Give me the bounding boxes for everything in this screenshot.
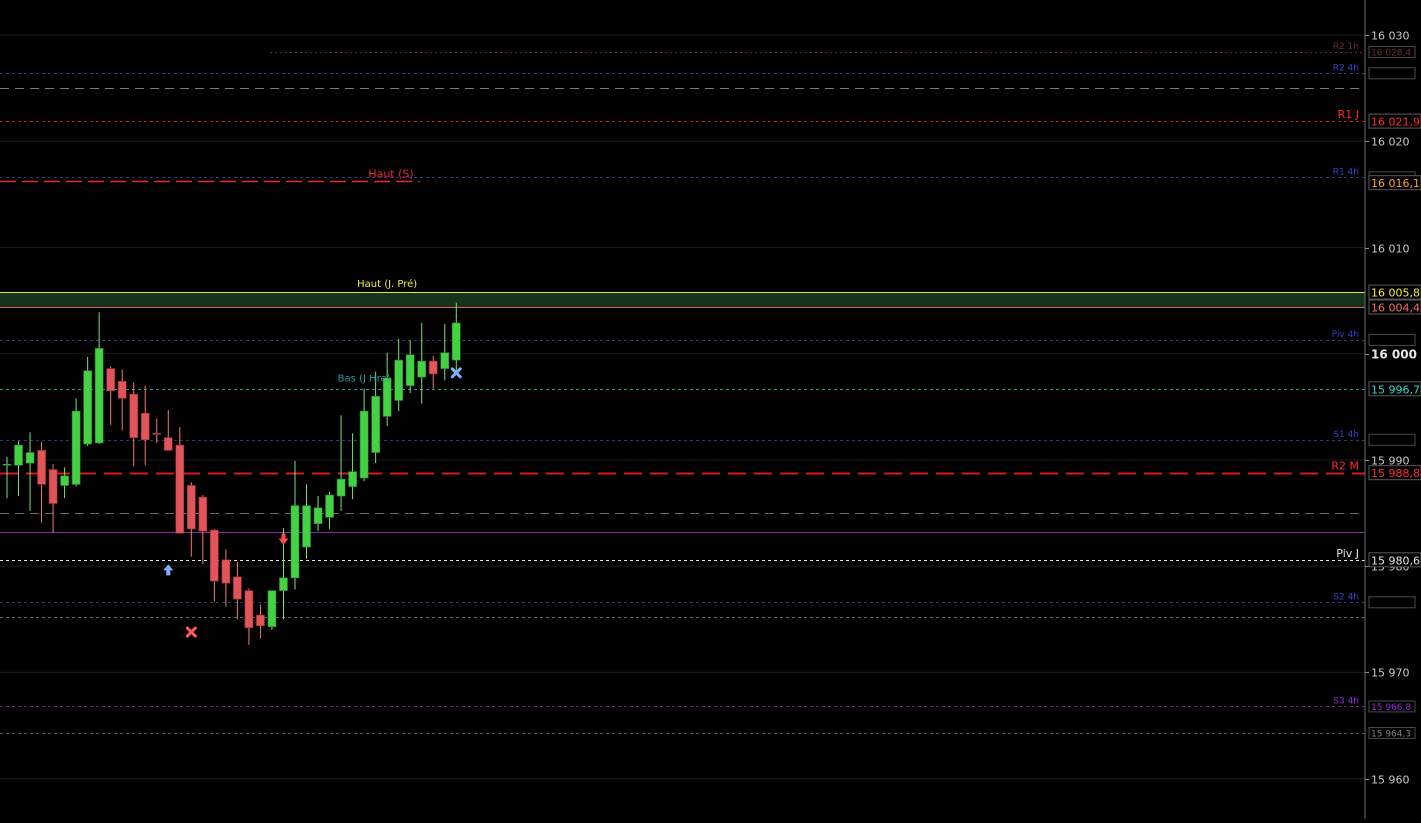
price-box-label: 15 996,7 bbox=[1371, 383, 1420, 396]
annotation-label-1: Bas (J Hre) bbox=[338, 373, 391, 384]
price-box-17[interactable]: 15 966,8 bbox=[1368, 700, 1416, 713]
candle-body[interactable] bbox=[210, 529, 219, 582]
candle-body[interactable] bbox=[83, 370, 92, 445]
level-name-10: S1 4h bbox=[1333, 430, 1359, 440]
price-box-15[interactable] bbox=[1368, 596, 1416, 609]
candle-body[interactable] bbox=[417, 360, 427, 378]
price-box-frame bbox=[1368, 596, 1416, 609]
candle-body[interactable] bbox=[451, 322, 461, 361]
candle-body[interactable] bbox=[359, 410, 369, 479]
price-box-label: 16 028,4 bbox=[1371, 49, 1411, 59]
price-box-label: 15 980,6 bbox=[1371, 554, 1420, 567]
price-box-label: 16 021,9 bbox=[1371, 116, 1420, 129]
candle-body[interactable] bbox=[233, 576, 242, 600]
price-box-label: 15 988,8 bbox=[1371, 467, 1420, 480]
candle-body[interactable] bbox=[325, 494, 334, 518]
axis-tick-label: 16 000 bbox=[1371, 348, 1417, 362]
price-chart[interactable]: Haut (S) Haut (J. Pré) Bas (J Hre) 16 030… bbox=[0, 0, 1421, 819]
level-name-4: R1 4h bbox=[1333, 167, 1359, 177]
price-box-6[interactable]: 16 005,8 bbox=[1368, 284, 1421, 300]
price-box-frame bbox=[1368, 333, 1416, 346]
candle-body[interactable] bbox=[14, 444, 23, 466]
price-box-1[interactable] bbox=[1368, 67, 1416, 80]
axis-tick-label: 16 010 bbox=[1371, 243, 1410, 256]
candle-body[interactable] bbox=[198, 496, 208, 532]
price-box-11[interactable]: 15 988,8 bbox=[1368, 465, 1421, 481]
price-box-10[interactable] bbox=[1368, 433, 1416, 446]
candle-body[interactable] bbox=[440, 352, 450, 369]
price-box-0[interactable]: 16 028,4 bbox=[1368, 46, 1416, 59]
candle-body[interactable] bbox=[394, 359, 403, 401]
price-box-18[interactable]: 15 964,3 bbox=[1368, 726, 1416, 739]
level-name-17: S3 4h bbox=[1333, 696, 1359, 706]
price-box-frame bbox=[1368, 433, 1416, 446]
candle-body[interactable] bbox=[371, 395, 380, 453]
level-name-8: Piv 4h bbox=[1332, 330, 1359, 340]
level-name-1: R2 4h bbox=[1333, 63, 1359, 73]
axis-tick-label: 15 960 bbox=[1371, 774, 1410, 787]
candle-body[interactable] bbox=[25, 452, 35, 464]
candle-body[interactable] bbox=[302, 505, 311, 548]
zone-band bbox=[0, 292, 1365, 307]
price-box-5[interactable]: 16 016,1 bbox=[1368, 175, 1421, 191]
candle-body[interactable] bbox=[428, 360, 438, 375]
candle-body[interactable] bbox=[48, 469, 58, 504]
candle-body[interactable] bbox=[2, 463, 12, 466]
price-box-14[interactable]: 15 980,6 bbox=[1368, 552, 1421, 568]
axis-tick-label: 16 030 bbox=[1371, 30, 1410, 43]
price-box-label: 16 016,1 bbox=[1371, 177, 1420, 190]
candle-body[interactable] bbox=[290, 505, 300, 579]
candle-body[interactable] bbox=[187, 485, 196, 530]
price-box-label: 15 966,8 bbox=[1371, 703, 1411, 713]
level-name-3: R1 J bbox=[1338, 108, 1359, 121]
candle-body[interactable] bbox=[117, 381, 127, 399]
level-name-11: R2 M bbox=[1331, 460, 1359, 473]
chart-area[interactable]: Haut (S) Haut (J. Pré) Bas (J Hre) 16 030… bbox=[0, 0, 1421, 819]
price-box-9[interactable]: 15 996,7 bbox=[1368, 381, 1421, 397]
candle-body[interactable] bbox=[221, 559, 231, 584]
candle-body[interactable] bbox=[60, 475, 69, 486]
axis-tick-label: 16 020 bbox=[1371, 136, 1410, 149]
candle-body[interactable] bbox=[267, 590, 277, 628]
candle-body[interactable] bbox=[152, 433, 162, 435]
candle-body[interactable] bbox=[37, 450, 46, 485]
candle-body[interactable] bbox=[140, 412, 150, 441]
candle-body[interactable] bbox=[279, 577, 288, 591]
candle-body[interactable] bbox=[175, 444, 185, 534]
price-box-8[interactable] bbox=[1368, 333, 1416, 346]
level-name-15: S2 4h bbox=[1333, 592, 1359, 602]
candle-body[interactable] bbox=[256, 614, 265, 626]
candle-body[interactable] bbox=[106, 368, 115, 392]
price-box-label: 16 004,4 bbox=[1371, 301, 1420, 314]
candle-body[interactable] bbox=[336, 478, 346, 497]
candle-body[interactable] bbox=[129, 393, 139, 438]
price-box-label: 15 964,3 bbox=[1371, 729, 1411, 739]
level-name-14: Piv J bbox=[1336, 547, 1359, 560]
axis-tick-label: 15 970 bbox=[1371, 667, 1410, 680]
candle-body[interactable] bbox=[405, 354, 415, 386]
annotation-label-0: Haut (J. Pré) bbox=[357, 278, 417, 290]
price-box-7[interactable]: 16 004,4 bbox=[1368, 299, 1421, 315]
haut-s-label: Haut (S) bbox=[368, 168, 413, 181]
price-box-label: 16 005,8 bbox=[1371, 287, 1420, 300]
candle-body[interactable] bbox=[348, 471, 357, 487]
candle-body[interactable] bbox=[244, 590, 254, 629]
candle-body[interactable] bbox=[313, 507, 323, 524]
level-name-0: R2 1h bbox=[1333, 42, 1359, 52]
candle-body[interactable] bbox=[163, 437, 173, 451]
candle-body[interactable] bbox=[71, 410, 81, 485]
candle-body[interactable] bbox=[94, 348, 104, 444]
price-box-frame bbox=[1368, 67, 1416, 80]
price-box-3[interactable]: 16 021,9 bbox=[1368, 113, 1421, 129]
